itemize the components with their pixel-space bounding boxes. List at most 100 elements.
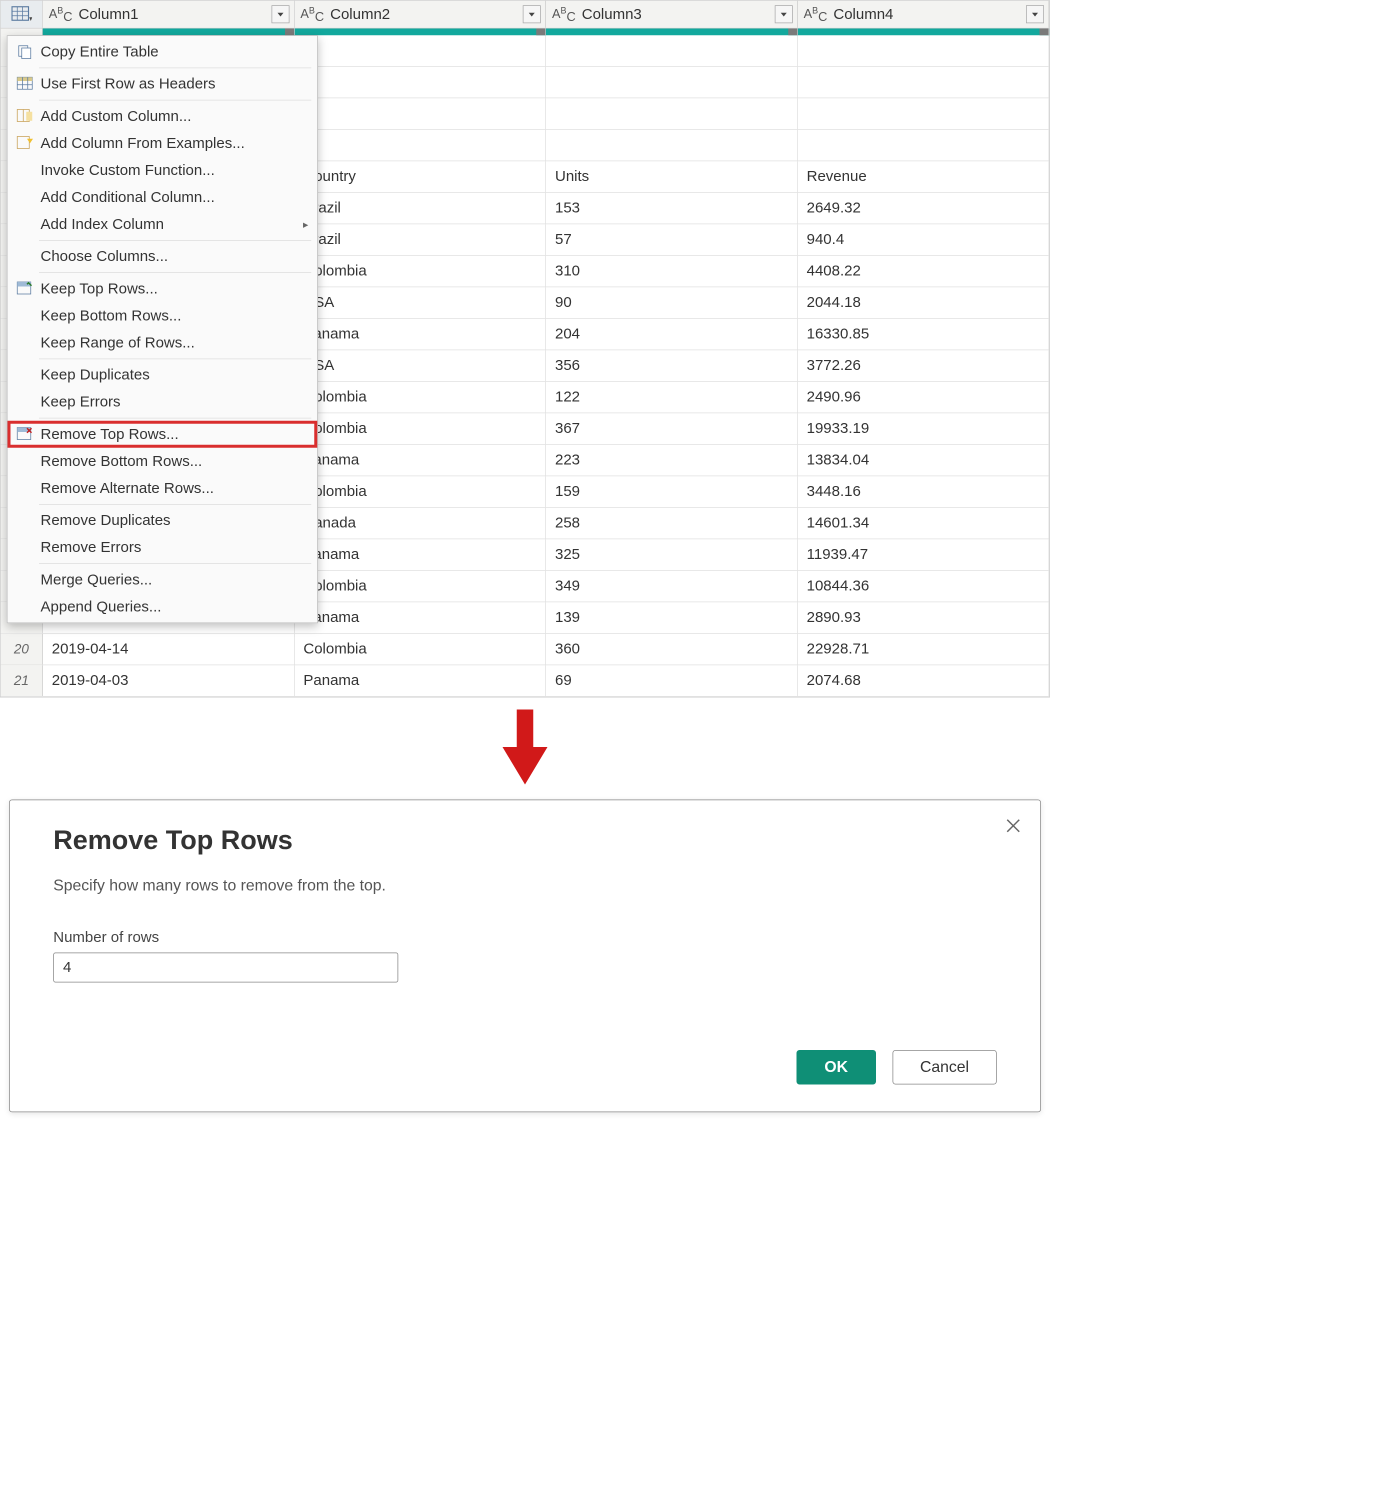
cell[interactable]: 139 bbox=[546, 602, 798, 633]
cell[interactable]: 360 bbox=[546, 634, 798, 665]
menu-remove-alternate-rows[interactable]: Remove Alternate Rows... bbox=[8, 475, 318, 502]
cell[interactable]: Panama bbox=[294, 539, 546, 570]
cell[interactable]: Colombia bbox=[294, 256, 546, 287]
menu-append-queries[interactable]: Append Queries... bbox=[8, 593, 318, 620]
cell[interactable]: 310 bbox=[546, 256, 798, 287]
menu-add-custom-column[interactable]: Add Custom Column... bbox=[8, 103, 318, 130]
cell[interactable]: Colombia bbox=[294, 571, 546, 602]
menu-keep-duplicates[interactable]: Keep Duplicates bbox=[8, 362, 318, 389]
cell[interactable]: 69 bbox=[546, 665, 798, 696]
cell[interactable]: 153 bbox=[546, 193, 798, 224]
cell[interactable]: Brazil bbox=[294, 224, 546, 255]
menu-remove-errors[interactable]: Remove Errors bbox=[8, 534, 318, 561]
menu-keep-bottom-rows[interactable]: Keep Bottom Rows... bbox=[8, 302, 318, 329]
row-number: 20 bbox=[1, 634, 43, 665]
cell[interactable]: Colombia bbox=[294, 476, 546, 507]
cell[interactable]: 22928.71 bbox=[798, 634, 1050, 665]
menu-add-index-column[interactable]: Add Index Column▸ bbox=[8, 211, 318, 238]
column-filter-dropdown[interactable] bbox=[271, 5, 289, 23]
cell[interactable]: Panama bbox=[294, 445, 546, 476]
cell[interactable]: 356 bbox=[546, 350, 798, 381]
cell[interactable]: 16330.85 bbox=[798, 319, 1050, 350]
cell[interactable]: 204 bbox=[546, 319, 798, 350]
cell[interactable]: 159 bbox=[546, 476, 798, 507]
column-header-4[interactable]: ABC Column4 bbox=[798, 1, 1050, 28]
cell[interactable]: 258 bbox=[546, 508, 798, 539]
cell[interactable]: Colombia bbox=[294, 382, 546, 413]
cell[interactable]: 325 bbox=[546, 539, 798, 570]
cell[interactable]: 90 bbox=[546, 287, 798, 318]
menu-remove-duplicates[interactable]: Remove Duplicates bbox=[8, 507, 318, 534]
cell[interactable] bbox=[798, 35, 1050, 66]
menu-keep-errors[interactable]: Keep Errors bbox=[8, 389, 318, 416]
cell[interactable] bbox=[798, 67, 1050, 98]
cell[interactable]: USA bbox=[294, 287, 546, 318]
cell[interactable] bbox=[546, 67, 798, 98]
table-menu-button[interactable] bbox=[1, 1, 43, 28]
cell[interactable]: 10844.36 bbox=[798, 571, 1050, 602]
cell[interactable] bbox=[546, 130, 798, 161]
column-header-3[interactable]: ABC Column3 bbox=[546, 1, 798, 28]
cell[interactable]: 2890.93 bbox=[798, 602, 1050, 633]
menu-invoke-custom-function[interactable]: Invoke Custom Function... bbox=[8, 157, 318, 184]
cell[interactable] bbox=[294, 35, 546, 66]
cell[interactable]: 2044.18 bbox=[798, 287, 1050, 318]
menu-use-first-row-headers[interactable]: Use First Row as Headers bbox=[8, 71, 318, 98]
cell[interactable] bbox=[294, 130, 546, 161]
cell[interactable]: Panama bbox=[294, 602, 546, 633]
menu-keep-top-rows[interactable]: Keep Top Rows... bbox=[8, 275, 318, 302]
cell[interactable] bbox=[798, 98, 1050, 129]
column-filter-dropdown[interactable] bbox=[523, 5, 541, 23]
column-filter-dropdown[interactable] bbox=[1026, 5, 1044, 23]
cell[interactable] bbox=[798, 130, 1050, 161]
menu-choose-columns[interactable]: Choose Columns... bbox=[8, 243, 318, 270]
cell[interactable]: 122 bbox=[546, 382, 798, 413]
column-header-1[interactable]: ABC Column1 bbox=[43, 1, 295, 28]
cell[interactable] bbox=[546, 35, 798, 66]
cell[interactable]: 2074.68 bbox=[798, 665, 1050, 696]
cell[interactable]: Brazil bbox=[294, 193, 546, 224]
cell[interactable]: Colombia bbox=[294, 634, 546, 665]
menu-merge-queries[interactable]: Merge Queries... bbox=[8, 566, 318, 593]
cell[interactable]: 2649.32 bbox=[798, 193, 1050, 224]
menu-remove-top-rows[interactable]: Remove Top Rows... bbox=[8, 421, 318, 448]
cell[interactable]: 19933.19 bbox=[798, 413, 1050, 444]
cell[interactable]: 3772.26 bbox=[798, 350, 1050, 381]
column-filter-dropdown[interactable] bbox=[774, 5, 792, 23]
menu-keep-range-rows[interactable]: Keep Range of Rows... bbox=[8, 329, 318, 356]
cell[interactable]: 349 bbox=[546, 571, 798, 602]
cell[interactable]: Country bbox=[294, 161, 546, 192]
cell[interactable] bbox=[546, 98, 798, 129]
cell[interactable]: 2490.96 bbox=[798, 382, 1050, 413]
cell[interactable]: 2019-04-03 bbox=[43, 665, 295, 696]
cell[interactable]: 4408.22 bbox=[798, 256, 1050, 287]
cell[interactable]: 940.4 bbox=[798, 224, 1050, 255]
ok-button[interactable]: OK bbox=[797, 1050, 876, 1085]
cell[interactable]: Revenue bbox=[798, 161, 1050, 192]
cancel-button[interactable]: Cancel bbox=[892, 1050, 997, 1085]
cell[interactable]: USA bbox=[294, 350, 546, 381]
menu-add-column-from-examples[interactable]: Add Column From Examples... bbox=[8, 130, 318, 157]
cell[interactable] bbox=[294, 67, 546, 98]
menu-remove-bottom-rows[interactable]: Remove Bottom Rows... bbox=[8, 448, 318, 475]
cell[interactable]: Colombia bbox=[294, 413, 546, 444]
number-of-rows-input[interactable] bbox=[53, 953, 398, 983]
cell[interactable] bbox=[294, 98, 546, 129]
cell[interactable]: 57 bbox=[546, 224, 798, 255]
cell[interactable]: 14601.34 bbox=[798, 508, 1050, 539]
cell[interactable]: 11939.47 bbox=[798, 539, 1050, 570]
cell[interactable]: 367 bbox=[546, 413, 798, 444]
cell[interactable]: Canada bbox=[294, 508, 546, 539]
cell[interactable]: Units bbox=[546, 161, 798, 192]
dialog-close-button[interactable] bbox=[1004, 817, 1022, 839]
cell[interactable]: Panama bbox=[294, 319, 546, 350]
cell[interactable]: 223 bbox=[546, 445, 798, 476]
cell[interactable]: 3448.16 bbox=[798, 476, 1050, 507]
column-header-2[interactable]: ABC Column2 bbox=[294, 1, 546, 28]
menu-copy-entire-table[interactable]: Copy Entire Table bbox=[8, 38, 318, 65]
menu-add-conditional-column[interactable]: Add Conditional Column... bbox=[8, 184, 318, 211]
cell[interactable]: Panama bbox=[294, 665, 546, 696]
cell[interactable]: 13834.04 bbox=[798, 445, 1050, 476]
table-row: 20 2019-04-14 Colombia 360 22928.71 bbox=[1, 634, 1050, 666]
cell[interactable]: 2019-04-14 bbox=[43, 634, 295, 665]
